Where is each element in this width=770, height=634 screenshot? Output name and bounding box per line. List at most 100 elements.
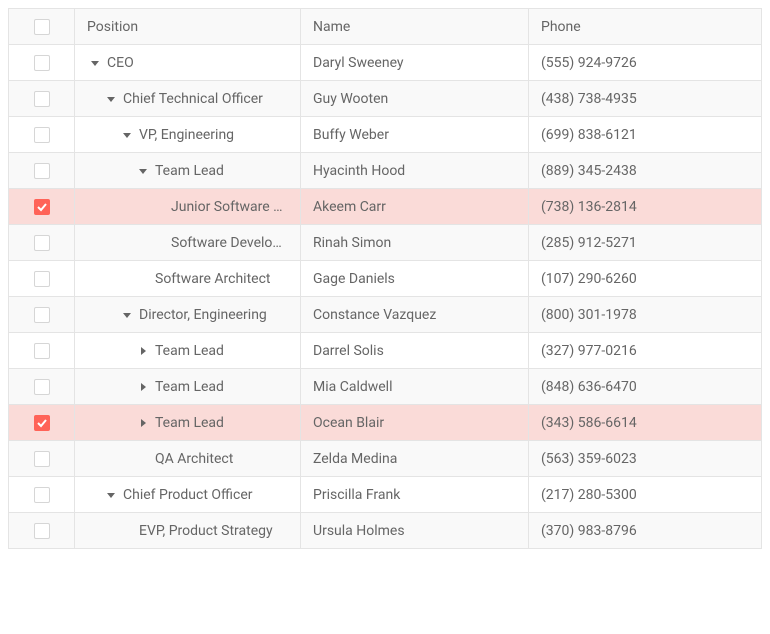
position-label: VP, Engineering xyxy=(139,127,234,143)
phone-label: (343) 586-6614 xyxy=(541,415,637,431)
phone-label: (699) 838-6121 xyxy=(541,127,637,143)
table-row[interactable]: CEO Daryl Sweeney (555) 924-9726 xyxy=(9,45,761,81)
table-row[interactable]: Software Architect Gage Daniels (107) 290-… xyxy=(9,261,761,297)
position-cell: CEO xyxy=(75,45,301,80)
position-label: Chief Technical Officer xyxy=(123,91,263,107)
header-position[interactable]: Position xyxy=(75,9,301,44)
checkbox-cell xyxy=(9,189,75,224)
position-label: Team Lead xyxy=(155,415,224,431)
table-row[interactable]: Director, Engineering Constance Vazquez(8… xyxy=(9,297,761,333)
name-cell: Gage Daniels xyxy=(301,261,529,296)
row-checkbox[interactable] xyxy=(34,127,50,143)
name-cell: Hyacinth Hood xyxy=(301,153,529,188)
table-row[interactable]: Chief Technical OfficerGuy Wooten(438) 7… xyxy=(9,81,761,117)
position-cell: Team Lead xyxy=(75,333,301,368)
header-checkbox-cell xyxy=(9,9,75,44)
phone-cell: (555) 924-9726 xyxy=(529,45,761,80)
name-cell: Darrel Solis xyxy=(301,333,529,368)
row-checkbox[interactable] xyxy=(34,55,50,71)
row-checkbox[interactable] xyxy=(34,487,50,503)
row-checkbox[interactable] xyxy=(34,415,50,431)
caret-down-icon[interactable] xyxy=(87,55,103,71)
caret-right-icon[interactable] xyxy=(135,343,151,359)
caret-down-icon[interactable] xyxy=(119,127,135,143)
position-label: Director, Engineering xyxy=(139,307,267,323)
position-cell: Director, Engineering xyxy=(75,297,301,332)
checkbox-cell xyxy=(9,153,75,188)
phone-cell: (217) 280-5300 xyxy=(529,477,761,512)
row-checkbox[interactable] xyxy=(34,235,50,251)
phone-cell: (889) 345-2438 xyxy=(529,153,761,188)
position-cell: Chief Product Officer xyxy=(75,477,301,512)
phone-cell: (800) 301-1978 xyxy=(529,297,761,332)
phone-label: (327) 977-0216 xyxy=(541,343,637,359)
position-label: Software Develo… xyxy=(171,235,282,251)
caret-right-icon[interactable] xyxy=(135,415,151,431)
row-checkbox[interactable] xyxy=(34,343,50,359)
table-row[interactable]: Junior Software …Akeem Carr(738) 136-281… xyxy=(9,189,761,225)
row-checkbox[interactable] xyxy=(34,271,50,287)
name-label: Buffy Weber xyxy=(313,127,389,143)
phone-cell: (738) 136-2814 xyxy=(529,189,761,224)
table-row[interactable]: VP, Engineering Buffy Weber (699) 838-6121 xyxy=(9,117,761,153)
phone-cell: (343) 586-6614 xyxy=(529,405,761,440)
row-checkbox[interactable] xyxy=(34,523,50,539)
checkbox-cell xyxy=(9,369,75,404)
name-cell: Zelda Medina xyxy=(301,441,529,476)
position-cell: QA Architect xyxy=(75,441,301,476)
name-label: Daryl Sweeney xyxy=(313,55,404,71)
name-cell: Mia Caldwell xyxy=(301,369,529,404)
name-label: Darrel Solis xyxy=(313,343,384,359)
table-row[interactable]: EVP, Product StrategyUrsula Holmes(370) … xyxy=(9,513,761,549)
table-row[interactable]: Team LeadMia Caldwell(848) 636-6470 xyxy=(9,369,761,405)
position-cell: Software Architect xyxy=(75,261,301,296)
position-label: Chief Product Officer xyxy=(123,487,253,503)
select-all-checkbox[interactable] xyxy=(34,19,50,35)
phone-label: (107) 290-6260 xyxy=(541,271,637,287)
checkbox-cell xyxy=(9,81,75,116)
header-name[interactable]: Name xyxy=(301,9,529,44)
table-row[interactable]: Team LeadOcean Blair(343) 586-6614 xyxy=(9,405,761,441)
name-cell: Rinah Simon xyxy=(301,225,529,260)
checkbox-cell xyxy=(9,513,75,548)
position-cell: Team Lead xyxy=(75,405,301,440)
phone-label: (285) 912-5271 xyxy=(541,235,637,251)
position-label: Software Architect xyxy=(155,271,271,287)
row-checkbox[interactable] xyxy=(34,199,50,215)
row-checkbox[interactable] xyxy=(34,163,50,179)
caret-down-icon[interactable] xyxy=(103,487,119,503)
checkbox-cell xyxy=(9,45,75,80)
caret-down-icon[interactable] xyxy=(103,91,119,107)
row-checkbox[interactable] xyxy=(34,379,50,395)
row-checkbox[interactable] xyxy=(34,91,50,107)
row-checkbox[interactable] xyxy=(34,307,50,323)
checkbox-cell xyxy=(9,333,75,368)
caret-right-icon[interactable] xyxy=(135,379,151,395)
checkbox-cell xyxy=(9,117,75,152)
caret-down-icon[interactable] xyxy=(135,163,151,179)
table-row[interactable]: Team Lead Darrel Solis (327) 977-0216 xyxy=(9,333,761,369)
table-row[interactable]: Software Develo… Rinah Simon (285) 912-527… xyxy=(9,225,761,261)
row-checkbox[interactable] xyxy=(34,451,50,467)
name-label: Rinah Simon xyxy=(313,235,391,251)
table-row[interactable]: Chief Product Officer Priscilla Frank (217… xyxy=(9,477,761,513)
header-phone[interactable]: Phone xyxy=(529,9,761,44)
name-cell: Constance Vazquez xyxy=(301,297,529,332)
name-label: Priscilla Frank xyxy=(313,487,400,503)
checkbox-cell xyxy=(9,297,75,332)
phone-label: (217) 280-5300 xyxy=(541,487,637,503)
position-label: Team Lead xyxy=(155,343,224,359)
name-cell: Daryl Sweeney xyxy=(301,45,529,80)
phone-cell: (848) 636-6470 xyxy=(529,369,761,404)
header-row: Position Name Phone xyxy=(9,9,761,45)
name-cell: Guy Wooten xyxy=(301,81,529,116)
table-row[interactable]: QA ArchitectZelda Medina(563) 359-6023 xyxy=(9,441,761,477)
caret-down-icon[interactable] xyxy=(119,307,135,323)
phone-label: (848) 636-6470 xyxy=(541,379,637,395)
checkbox-cell xyxy=(9,477,75,512)
header-name-label: Name xyxy=(313,19,350,35)
phone-cell: (563) 359-6023 xyxy=(529,441,761,476)
table-row[interactable]: Team LeadHyacinth Hood(889) 345-2438 xyxy=(9,153,761,189)
position-cell: Chief Technical Officer xyxy=(75,81,301,116)
phone-cell: (699) 838-6121 xyxy=(529,117,761,152)
